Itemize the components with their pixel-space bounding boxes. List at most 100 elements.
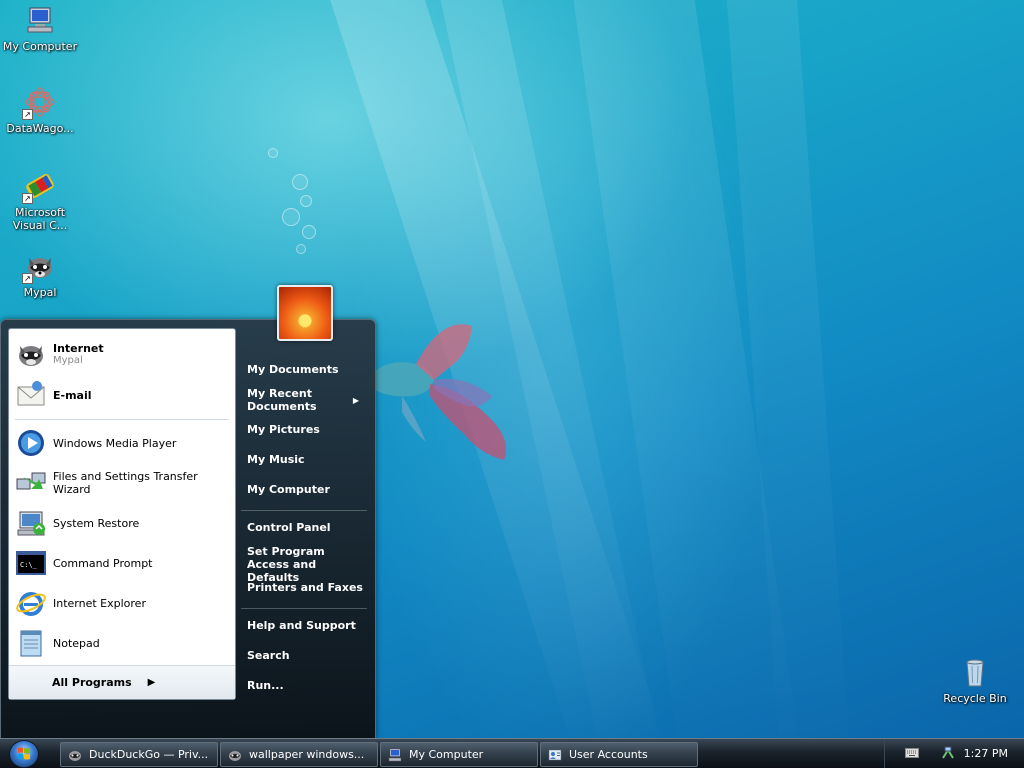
bubble [302,225,316,239]
taskbar-button-label: DuckDuckGo — Priv... [89,748,209,761]
start-item-media-player[interactable]: Windows Media Player [15,425,233,461]
transfer-wizard-icon [15,467,47,499]
system-tray: 1:27 PM [884,739,1024,768]
taskbar-button-wallpaper[interactable]: wallpaper windows... [220,742,378,767]
recycle-bin-icon [959,656,991,688]
start-item-internet[interactable]: Internet Mypal [15,335,233,373]
start-place-control-panel[interactable]: Control Panel [247,521,369,534]
start-place-my-computer[interactable]: My Computer [247,483,369,496]
system-restore-icon [15,507,47,539]
submenu-arrow-icon: ▶ [352,396,359,405]
datawagon-icon: ↗ [22,86,56,120]
desktop-icon-label: Microsoft Visual C... [12,206,68,232]
place-label: My Pictures [247,423,320,436]
taskbar-button-label: My Computer [409,748,484,761]
user-avatar[interactable] [277,285,333,341]
taskbar-button-label: wallpaper windows... [249,748,365,761]
shortcut-arrow-icon: ↗ [22,273,33,284]
start-menu-programs-pane: Internet Mypal E-mail Windows Media Play… [8,328,236,700]
taskbar-button-my-computer[interactable]: My Computer [380,742,538,767]
separator [15,419,229,420]
desktop-icon-label: Recycle Bin [943,692,1007,705]
start-item-label: Notepad [53,636,100,650]
start-place-help[interactable]: Help and Support [247,619,369,632]
desktop-icon-my-computer[interactable]: My Computer [0,4,80,53]
place-label: Run... [247,679,284,692]
place-label: Set Program Access and Defaults [247,545,325,584]
place-label: My Music [247,453,305,466]
start-button[interactable] [9,740,39,768]
taskbar-button-user-accounts[interactable]: User Accounts [540,742,698,767]
windows-logo-icon [18,747,30,760]
user-accounts-icon [547,747,563,763]
desktop-icon-datawagon[interactable]: ↗ DataWago... [0,86,80,135]
place-label: Control Panel [247,521,331,534]
start-item-sublabel: Mypal [53,355,83,366]
place-label: My Computer [247,483,330,496]
place-label: Printers and Faxes [247,581,363,594]
mypal-icon [67,747,83,763]
all-programs-label: All Programs [52,676,132,689]
start-item-email[interactable]: E-mail [15,377,233,413]
my-computer-icon [387,747,403,763]
shortcut-arrow-icon: ↗ [22,193,33,204]
keyboard-icon[interactable] [905,748,919,761]
command-prompt-icon: C:\_ [15,547,47,579]
separator [241,608,367,609]
mypal-icon: ↗ [22,250,56,284]
start-item-internet-explorer[interactable]: Internet Explorer [15,585,233,621]
place-label: My Recent Documents [247,387,317,413]
start-item-command-prompt[interactable]: C:\_ Command Prompt [15,545,233,581]
start-item-transfer-wizard[interactable]: Files and Settings Transfer Wizard [15,465,233,501]
internet-explorer-icon [15,587,47,619]
shortcut-arrow-icon: ↗ [22,109,33,120]
arrow-right-icon: ▶ [147,677,156,688]
start-place-program-access[interactable]: Set Program Access and Defaults [247,545,369,584]
start-item-label: Internet [53,342,104,355]
desktop-icon-mypal[interactable]: ↗ Mypal [0,250,80,299]
bubble [282,208,300,226]
start-place-recent-documents[interactable]: My Recent Documents ▶ [247,387,363,413]
separator [241,510,367,511]
notepad-icon [15,627,47,659]
start-item-label: Internet Explorer [53,596,146,610]
email-icon [15,379,47,411]
start-place-printers[interactable]: Printers and Faxes [247,581,369,594]
visual-c-icon: ↗ [22,170,56,204]
start-place-run[interactable]: Run... [247,679,369,692]
svg-text:C:\_: C:\_ [20,561,38,569]
clock[interactable]: 1:27 PM [964,747,1008,760]
start-item-label: System Restore [53,516,140,530]
start-place-search[interactable]: Search [247,649,369,662]
desktop-icon-recycle-bin[interactable]: Recycle Bin [935,656,1015,705]
bubble [292,174,308,190]
desktop-icon-label: My Computer [2,40,78,53]
start-item-label: E-mail [53,388,92,402]
start-item-label: Windows Media Player [53,436,177,450]
media-player-icon [15,427,47,459]
taskbar-button-label: User Accounts [569,748,648,761]
place-label: Search [247,649,290,662]
bubble [268,148,278,158]
start-item-notepad[interactable]: Notepad [15,625,233,661]
start-item-label: Command Prompt [53,556,153,570]
bubble [296,244,306,254]
my-computer-icon [24,4,56,36]
desktop-icon-label: DataWago... [6,122,74,135]
desktop-icon-label: Mypal [23,286,57,299]
place-label: Help and Support [247,619,356,632]
start-place-my-music[interactable]: My Music [247,453,369,466]
betta-fish-image [372,324,507,460]
start-menu: Internet Mypal E-mail Windows Media Play… [0,319,376,739]
bubble [300,195,312,207]
start-item-label: Files and Settings Transfer Wizard [53,470,198,496]
network-icon[interactable] [941,746,955,763]
mypal-icon [227,747,243,763]
taskbar-button-duckduckgo[interactable]: DuckDuckGo — Priv... [60,742,218,767]
desktop-icon-visual-c[interactable]: ↗ Microsoft Visual C... [0,170,80,232]
all-programs-button[interactable]: All Programs ▶ [9,665,235,699]
start-place-my-pictures[interactable]: My Pictures [247,423,369,436]
start-item-system-restore[interactable]: System Restore [15,505,233,541]
mypal-icon [15,338,47,370]
start-place-my-documents[interactable]: My Documents [247,363,369,376]
